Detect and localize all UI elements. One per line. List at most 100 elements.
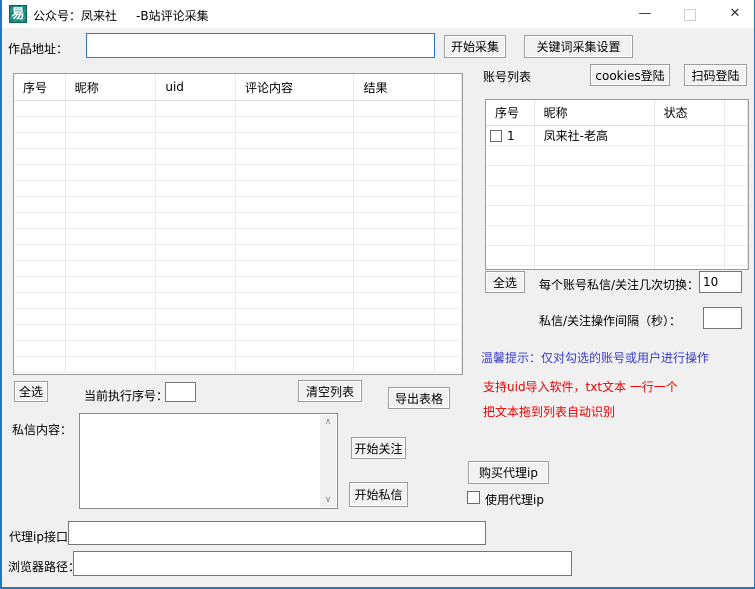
work-url-input[interactable]	[86, 33, 435, 58]
header-cell[interactable]: 昵称	[535, 100, 655, 125]
header-cell[interactable]: uid	[156, 74, 236, 100]
table-cell	[655, 166, 725, 185]
start-collect-button[interactable]: 开始采集	[444, 35, 506, 58]
table-row[interactable]	[14, 101, 462, 117]
start-follow-button[interactable]: 开始关注	[351, 437, 406, 459]
table-row[interactable]	[14, 133, 462, 149]
table-cell	[14, 101, 66, 116]
table-row[interactable]	[14, 117, 462, 133]
header-cell[interactable]: 昵称	[66, 74, 157, 100]
switch-count-input[interactable]	[699, 271, 742, 293]
use-proxy-checkbox[interactable]	[467, 491, 480, 504]
minimize-button[interactable]: —	[628, 0, 662, 28]
table-cell	[14, 357, 66, 372]
table-cell	[156, 181, 236, 196]
table-cell	[156, 213, 236, 228]
table-cell	[66, 117, 157, 132]
account-row-checkbox[interactable]	[490, 130, 502, 142]
table-row[interactable]	[14, 309, 462, 325]
table-row[interactable]	[14, 213, 462, 229]
header-cell[interactable]: 序号	[486, 100, 535, 125]
header-cell[interactable]	[435, 74, 462, 100]
scroll-up-icon[interactable]: ∧	[325, 415, 332, 429]
table-row[interactable]	[14, 341, 462, 357]
table-cell	[236, 261, 354, 276]
table-cell	[435, 325, 462, 340]
table-cell	[435, 261, 462, 276]
header-cell[interactable]	[725, 100, 748, 125]
table-row[interactable]	[486, 206, 748, 226]
table-cell	[156, 245, 236, 260]
app-logo-icon: 易	[9, 5, 27, 23]
use-proxy-label: 使用代理ip	[485, 491, 544, 508]
table-cell	[66, 133, 157, 148]
clear-list-button[interactable]: 清空列表	[298, 380, 362, 402]
table-row[interactable]	[14, 181, 462, 197]
comment-select-all-button[interactable]: 全选	[14, 381, 48, 402]
table-cell	[14, 133, 66, 148]
table-cell	[435, 101, 462, 116]
table-row[interactable]	[14, 357, 462, 373]
table-row[interactable]	[14, 325, 462, 341]
header-cell[interactable]: 结果	[354, 74, 435, 100]
current-index-input[interactable]	[165, 382, 196, 402]
dm-content-scrollbar[interactable]: ∧ ∨	[320, 415, 336, 507]
start-dm-button[interactable]: 开始私信	[349, 482, 408, 507]
table-cell	[236, 325, 354, 340]
table-cell	[655, 246, 725, 265]
tip-red-2: 把文本拖到列表自动识别	[483, 403, 615, 420]
table-row[interactable]	[14, 229, 462, 245]
table-cell	[435, 309, 462, 324]
table-cell	[354, 325, 435, 340]
table-row[interactable]	[486, 166, 748, 186]
browser-path-input[interactable]	[73, 551, 572, 576]
table-cell	[156, 277, 236, 292]
table-cell	[66, 357, 157, 372]
table-header-row: 序号昵称uid评论内容结果	[14, 74, 462, 101]
table-row[interactable]	[486, 146, 748, 166]
header-cell[interactable]: 序号	[14, 74, 66, 100]
table-cell	[486, 226, 535, 245]
table-row[interactable]	[14, 197, 462, 213]
export-table-button[interactable]: 导出表格	[388, 387, 450, 409]
header-cell[interactable]: 评论内容	[236, 74, 354, 100]
table-cell	[236, 181, 354, 196]
table-cell	[435, 181, 462, 196]
table-row[interactable]	[14, 165, 462, 181]
cookies-login-button[interactable]: cookies登陆	[590, 64, 670, 86]
scroll-down-icon[interactable]: ∨	[325, 493, 332, 507]
table-row[interactable]: 1凤来社-老高	[486, 126, 748, 146]
table-cell	[354, 213, 435, 228]
proxy-api-input[interactable]	[68, 521, 486, 545]
account-select-all-button[interactable]: 全选	[485, 271, 525, 293]
table-row[interactable]	[486, 266, 748, 270]
table-row[interactable]	[14, 149, 462, 165]
table-cell	[535, 226, 655, 245]
work-url-label: 作品地址：	[8, 40, 68, 57]
table-cell	[354, 309, 435, 324]
interval-input[interactable]	[703, 307, 742, 329]
table-row[interactable]	[14, 277, 462, 293]
close-button[interactable]: ✕	[718, 0, 752, 28]
table-cell	[14, 117, 66, 132]
table-row[interactable]	[14, 245, 462, 261]
table-cell	[655, 226, 725, 245]
table-cell	[66, 197, 157, 212]
header-cell[interactable]: 状态	[655, 100, 725, 125]
table-cell	[14, 149, 66, 164]
table-cell	[14, 245, 66, 260]
account-table[interactable]: 序号昵称状态1凤来社-老高	[485, 99, 749, 270]
keyword-collect-settings-button[interactable]: 关键词采集设置	[524, 35, 633, 58]
table-row[interactable]	[486, 226, 748, 246]
dm-content-textarea[interactable]: ∧ ∨	[79, 413, 338, 509]
table-cell	[66, 341, 157, 356]
buy-proxy-ip-button[interactable]: 购买代理ip	[468, 461, 549, 484]
table-row[interactable]	[486, 246, 748, 266]
table-cell	[14, 229, 66, 244]
table-row[interactable]	[14, 261, 462, 277]
table-row[interactable]	[486, 186, 748, 206]
comment-table[interactable]: 序号昵称uid评论内容结果	[13, 73, 463, 375]
table-cell	[435, 213, 462, 228]
table-row[interactable]	[14, 293, 462, 309]
qr-login-button[interactable]: 扫码登陆	[684, 64, 747, 86]
